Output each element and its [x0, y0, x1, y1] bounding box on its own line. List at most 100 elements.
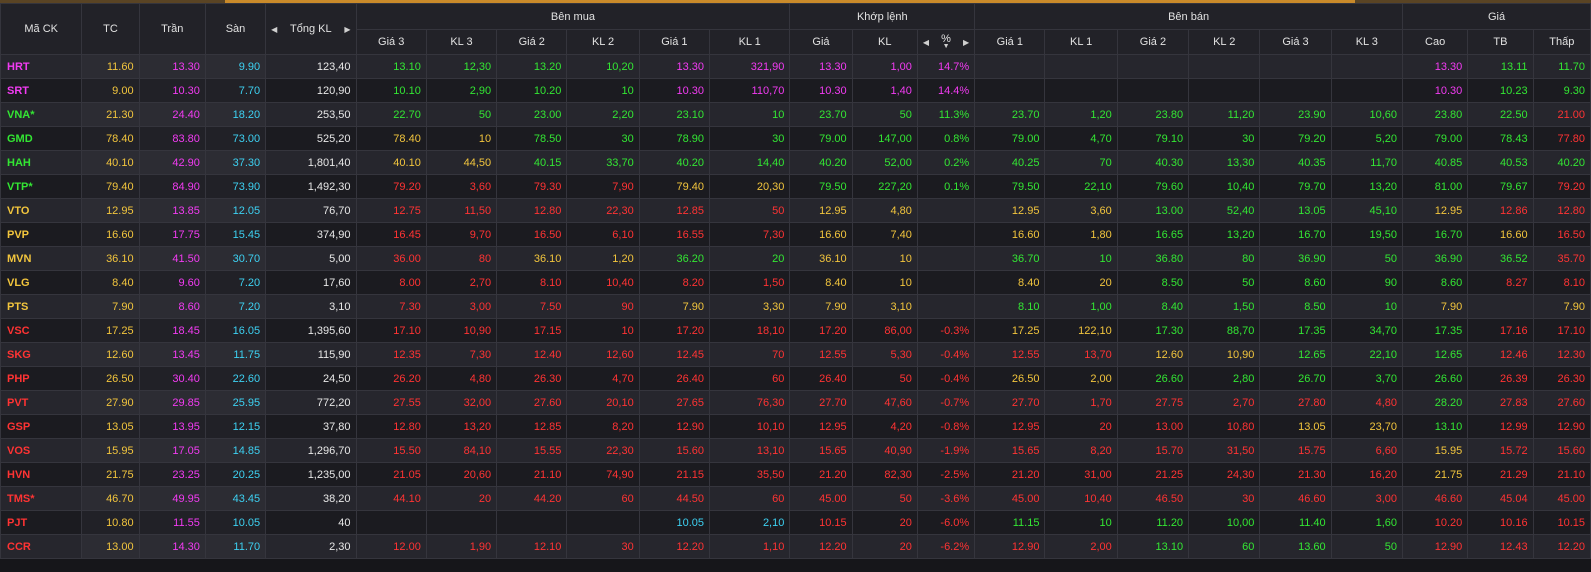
sell-price-1[interactable]: [974, 54, 1046, 79]
buy-vol-1[interactable]: 1,50: [709, 270, 791, 295]
buy-vol-3[interactable]: 3,60: [425, 174, 498, 199]
sell-price-2[interactable]: 13.10: [1116, 534, 1190, 559]
buy-price-3[interactable]: 27.55: [355, 390, 427, 415]
sell-vol-1[interactable]: 20: [1044, 414, 1118, 439]
buy-vol-2[interactable]: 10: [566, 318, 640, 343]
stock-symbol[interactable]: PJT: [0, 510, 83, 535]
sell-vol-3[interactable]: 23,70: [1330, 414, 1404, 439]
sell-vol-2[interactable]: 52,40: [1188, 198, 1261, 223]
sell-price-1[interactable]: 12.55: [974, 342, 1046, 367]
buy-price-2[interactable]: 15.55: [496, 438, 568, 463]
sell-price-2[interactable]: 8.40: [1116, 294, 1190, 319]
buy-vol-1[interactable]: 18,10: [709, 318, 791, 343]
table-row[interactable]: MVN 36.10 41.50 30.70 5,00 36.00 80 36.10 1,20 36…: [0, 246, 1591, 271]
buy-vol-3[interactable]: 2,70: [425, 270, 498, 295]
buy-vol-1[interactable]: 35,50: [709, 462, 791, 487]
sell-vol-1[interactable]: 10,40: [1044, 486, 1118, 511]
sell-vol-3[interactable]: 34,70: [1330, 318, 1404, 343]
sell-vol-3[interactable]: 19,50: [1330, 222, 1404, 247]
buy-vol-2[interactable]: 20,10: [566, 390, 640, 415]
buy-price-3[interactable]: 13.10: [355, 54, 427, 79]
scroll-left-icon[interactable]: ◀: [271, 25, 277, 34]
header-buy-vol-1[interactable]: KL 1: [709, 29, 791, 55]
sell-price-3[interactable]: [1259, 78, 1332, 103]
sell-vol-1[interactable]: 1,80: [1044, 222, 1118, 247]
sell-price-3[interactable]: 13.05: [1259, 198, 1332, 223]
sell-vol-1[interactable]: 1,20: [1044, 102, 1118, 127]
stock-symbol[interactable]: HVN: [0, 462, 83, 487]
sell-price-2[interactable]: 26.60: [1116, 366, 1190, 391]
toggle-right-icon[interactable]: ▶: [963, 38, 969, 47]
sell-vol-3[interactable]: 3,00: [1330, 486, 1404, 511]
sell-vol-2[interactable]: 2,80: [1188, 366, 1261, 391]
sell-vol-3[interactable]: 10,60: [1330, 102, 1404, 127]
buy-price-3[interactable]: 79.20: [355, 174, 427, 199]
buy-vol-2[interactable]: 6,10: [566, 222, 640, 247]
sell-price-3[interactable]: 27.80: [1259, 390, 1332, 415]
sell-price-1[interactable]: 15.65: [974, 438, 1046, 463]
buy-price-3[interactable]: 16.45: [355, 222, 427, 247]
sell-price-3[interactable]: 23.90: [1259, 102, 1332, 127]
buy-vol-2[interactable]: 4,70: [566, 366, 640, 391]
buy-vol-1[interactable]: 110,70: [709, 78, 791, 103]
buy-vol-2[interactable]: 90: [566, 294, 640, 319]
header-match-change[interactable]: ◀ % ▼ ▶: [916, 29, 976, 55]
sell-vol-1[interactable]: 122,10: [1044, 318, 1118, 343]
buy-price-1[interactable]: 27.65: [638, 390, 711, 415]
buy-price-2[interactable]: 17.15: [496, 318, 568, 343]
header-sell-price-2[interactable]: Giá 2: [1116, 29, 1190, 55]
buy-vol-1[interactable]: 10: [709, 102, 791, 127]
sell-price-2[interactable]: 46.50: [1116, 486, 1190, 511]
sell-vol-2[interactable]: 11,20: [1188, 102, 1261, 127]
buy-vol-2[interactable]: 30: [566, 534, 640, 559]
table-row[interactable]: CCR 13.00 14.30 11.70 2,30 12.00 1,90 12.10 30 12…: [0, 534, 1591, 559]
table-row[interactable]: PJT 10.80 11.55 10.05 40 10.05 2,10 10.15 20 -6.0…: [0, 510, 1591, 535]
buy-vol-2[interactable]: 33,70: [566, 150, 640, 175]
sell-vol-2[interactable]: 30: [1188, 486, 1261, 511]
table-row[interactable]: VTO 12.95 13.85 12.05 76,70 12.75 11,50 12.80 22…: [0, 198, 1591, 223]
sell-vol-1[interactable]: 2,00: [1044, 534, 1118, 559]
buy-vol-1[interactable]: 76,30: [709, 390, 791, 415]
buy-vol-1[interactable]: 60: [709, 366, 791, 391]
header-sell-vol-2[interactable]: KL 2: [1188, 29, 1261, 55]
buy-vol-2[interactable]: 2,20: [566, 102, 640, 127]
buy-vol-1[interactable]: 321,90: [709, 54, 791, 79]
table-row[interactable]: HVN 21.75 23.25 20.25 1,235,00 21.05 20,60 21.1…: [0, 462, 1591, 487]
buy-price-2[interactable]: 8.10: [496, 270, 568, 295]
buy-vol-3[interactable]: 10: [425, 126, 498, 151]
sell-price-2[interactable]: 11.20: [1116, 510, 1190, 535]
stock-symbol[interactable]: PHP: [0, 366, 83, 391]
buy-price-1[interactable]: 23.10: [638, 102, 711, 127]
sell-vol-1[interactable]: 10: [1044, 246, 1118, 271]
header-sell-price-1[interactable]: Giá 1: [974, 29, 1046, 55]
buy-price-3[interactable]: 12.00: [355, 534, 427, 559]
table-row[interactable]: PVT 27.90 29.85 25.95 772,20 27.55 32,00 27.60 2…: [0, 390, 1591, 415]
buy-vol-1[interactable]: 60: [709, 486, 791, 511]
sell-price-3[interactable]: 16.70: [1259, 222, 1332, 247]
buy-price-3[interactable]: 21.05: [355, 462, 427, 487]
sell-vol-1[interactable]: 20: [1044, 270, 1118, 295]
buy-price-3[interactable]: 12.75: [355, 198, 427, 223]
sort-down-icon[interactable]: ▼: [941, 43, 951, 50]
buy-vol-2[interactable]: 12,60: [566, 342, 640, 367]
sell-vol-2[interactable]: 2,70: [1188, 390, 1261, 415]
buy-vol-3[interactable]: 20: [425, 486, 498, 511]
stock-symbol[interactable]: GMD: [0, 126, 83, 151]
buy-vol-3[interactable]: 50: [425, 102, 498, 127]
sell-price-1[interactable]: 16.60: [974, 222, 1046, 247]
stock-symbol[interactable]: CCR: [0, 534, 83, 559]
sell-vol-1[interactable]: 3,60: [1044, 198, 1118, 223]
toggle-left-icon[interactable]: ◀: [923, 38, 929, 47]
header-buy-price-1[interactable]: Giá 1: [638, 29, 711, 55]
sell-price-3[interactable]: 12.65: [1259, 342, 1332, 367]
sell-price-1[interactable]: 27.70: [974, 390, 1046, 415]
sell-vol-3[interactable]: 45,10: [1330, 198, 1404, 223]
buy-vol-1[interactable]: 3,30: [709, 294, 791, 319]
sell-price-2[interactable]: 13.00: [1116, 414, 1190, 439]
sell-vol-2[interactable]: [1188, 54, 1261, 79]
buy-vol-1[interactable]: 20,30: [709, 174, 791, 199]
sell-price-1[interactable]: 8.40: [974, 270, 1046, 295]
buy-price-2[interactable]: 27.60: [496, 390, 568, 415]
sell-price-2[interactable]: 17.30: [1116, 318, 1190, 343]
buy-price-2[interactable]: 12.10: [496, 534, 568, 559]
